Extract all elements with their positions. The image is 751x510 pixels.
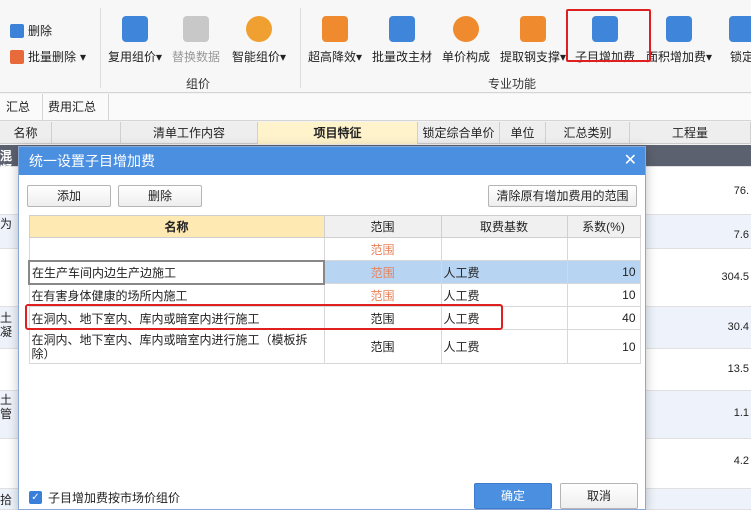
smart-zujia-button[interactable]: 智能组价▾ — [232, 16, 286, 65]
sub-fee-dialog: 统一设置子目增加费 ✕ 添加 删除 清除原有增加费用的范围 名称 范围 取费基数… — [18, 146, 646, 510]
close-icon[interactable]: ✕ — [624, 151, 637, 171]
ribbon-separator — [100, 8, 101, 88]
clear-range-button[interactable]: 清除原有增加费用的范围 — [488, 185, 637, 207]
unit-price-button[interactable]: 单价构成 — [442, 16, 490, 65]
cell-name[interactable] — [28, 237, 325, 261]
area-fee-button[interactable]: 面积增加费▾ — [646, 16, 712, 65]
dialog-title: 统一设置子目增加费 — [19, 147, 645, 175]
ribbon-toolbar: 删除 批量删除 ▾ 复用组价▾ 替换数据 智能组价▾ 组价 超高降效▾ 批量改主材… — [0, 0, 751, 93]
area-icon — [666, 16, 693, 42]
batch-delete-button[interactable]: 批量删除 ▾ — [10, 48, 86, 65]
group-label-special: 专业功能 — [488, 77, 537, 91]
coin-icon — [453, 16, 479, 42]
cell-base[interactable]: 人工费 — [440, 329, 568, 364]
cell-name[interactable]: 在洞内、地下室内、库内或暗室内进行施工（模板拆除） — [28, 329, 325, 364]
table-row[interactable]: 在洞内、地下室内、库内或暗室内进行施工 范围 人工费 40 — [28, 306, 641, 330]
col-feature[interactable]: 项目特征 — [258, 122, 418, 144]
grid-header: 名称 清单工作内容 项目特征 锁定综合单价 单位 汇总类别 工程量 — [0, 122, 751, 144]
chaogao-icon — [322, 16, 349, 42]
delete-small-button[interactable]: 删除 — [10, 22, 52, 39]
highlight-sub-fee — [566, 9, 651, 62]
batch-delete-icon — [10, 49, 24, 64]
tab-fee-summary[interactable]: 费用汇总 — [36, 94, 110, 120]
col-work[interactable]: 清单工作内容 — [120, 122, 258, 144]
chevron-down-icon: ▾ — [80, 49, 87, 64]
col-header-base[interactable]: 取费基数 — [440, 215, 568, 238]
cell-factor[interactable]: 10 — [566, 283, 641, 307]
add-button[interactable]: 添加 — [27, 185, 111, 207]
cell-scope[interactable]: 范围 — [323, 329, 442, 364]
lock-icon — [729, 16, 751, 42]
col-header-scope[interactable]: 范围 — [323, 215, 442, 238]
table-row[interactable]: 在洞内、地下室内、库内或暗室内进行施工（模板拆除） 范围 人工费 10 — [28, 329, 641, 364]
table-row[interactable]: 在有害身体健康的场所内施工 范围 人工费 10 — [28, 283, 641, 307]
market-price-checkbox[interactable]: ✓ 子目增加费按市场价组价 — [29, 489, 180, 506]
replace-data-button[interactable]: 替换数据 — [172, 16, 220, 65]
ok-button[interactable]: 确定 — [474, 483, 552, 509]
check-icon: ✓ — [29, 491, 42, 504]
group-label-zujia: 组价 — [186, 77, 211, 91]
cell-scope[interactable]: 范围 — [323, 283, 442, 307]
cell-name[interactable]: 在生产车间内边生产边施工 — [28, 259, 325, 285]
cell-scope[interactable]: 范围 — [323, 306, 442, 330]
table-row[interactable]: 范围 — [28, 237, 641, 261]
batch-main-material-button[interactable]: 批量改主材 — [372, 16, 432, 65]
cell-base[interactable]: 人工费 — [440, 260, 568, 284]
cell-factor[interactable]: 10 — [566, 329, 641, 364]
edit-doc-icon — [389, 16, 415, 42]
table-row[interactable]: 在生产车间内边生产边施工 范围 人工费 10 — [28, 259, 641, 285]
cell-base[interactable] — [440, 237, 568, 261]
cell-factor[interactable]: 40 — [566, 306, 641, 330]
cell-base[interactable]: 人工费 — [440, 283, 568, 307]
cell-name[interactable]: 在洞内、地下室内、库内或暗室内进行施工 — [28, 306, 325, 330]
cell-base[interactable]: 人工费 — [440, 306, 568, 330]
ribbon-separator — [300, 8, 301, 88]
cancel-button[interactable]: 取消 — [560, 483, 638, 509]
trash-icon — [10, 23, 24, 38]
col-name[interactable]: 名称 — [0, 122, 52, 144]
lock-button[interactable]: 锁定 — [729, 16, 751, 65]
cell-factor[interactable]: 10 — [566, 260, 641, 284]
smart-icon — [246, 16, 273, 42]
col-lock-price[interactable]: 锁定综合单价 — [418, 122, 500, 144]
col-unit[interactable]: 单位 — [500, 122, 546, 144]
tab-bar: 汇总 费用汇总 — [0, 94, 751, 121]
extract-rebar-button[interactable]: 提取钢支撑▾ — [500, 16, 566, 65]
cell-scope[interactable]: 范围 — [323, 260, 442, 284]
delete-button[interactable]: 删除 — [118, 185, 202, 207]
col-quantity[interactable]: 工程量 — [630, 122, 751, 144]
replace-icon — [183, 16, 209, 42]
cell-factor[interactable] — [566, 237, 641, 261]
col-header-factor[interactable]: 系数(%) — [566, 215, 641, 238]
chaogao-button[interactable]: 超高降效▾ — [308, 16, 362, 65]
col-category[interactable]: 汇总类别 — [546, 122, 630, 144]
cell-name[interactable]: 在有害身体健康的场所内施工 — [28, 283, 325, 307]
fee-table: 名称 范围 取费基数 系数(%) 范围 在生产车间内边生产边施工 范围 人工费 … — [28, 215, 641, 364]
cell-scope[interactable]: 范围 — [323, 237, 442, 261]
reuse-zujia-button[interactable]: 复用组价▾ — [108, 16, 162, 65]
reuse-icon — [122, 16, 149, 42]
rebar-icon — [520, 16, 547, 42]
col-header-name[interactable]: 名称 — [28, 215, 325, 238]
